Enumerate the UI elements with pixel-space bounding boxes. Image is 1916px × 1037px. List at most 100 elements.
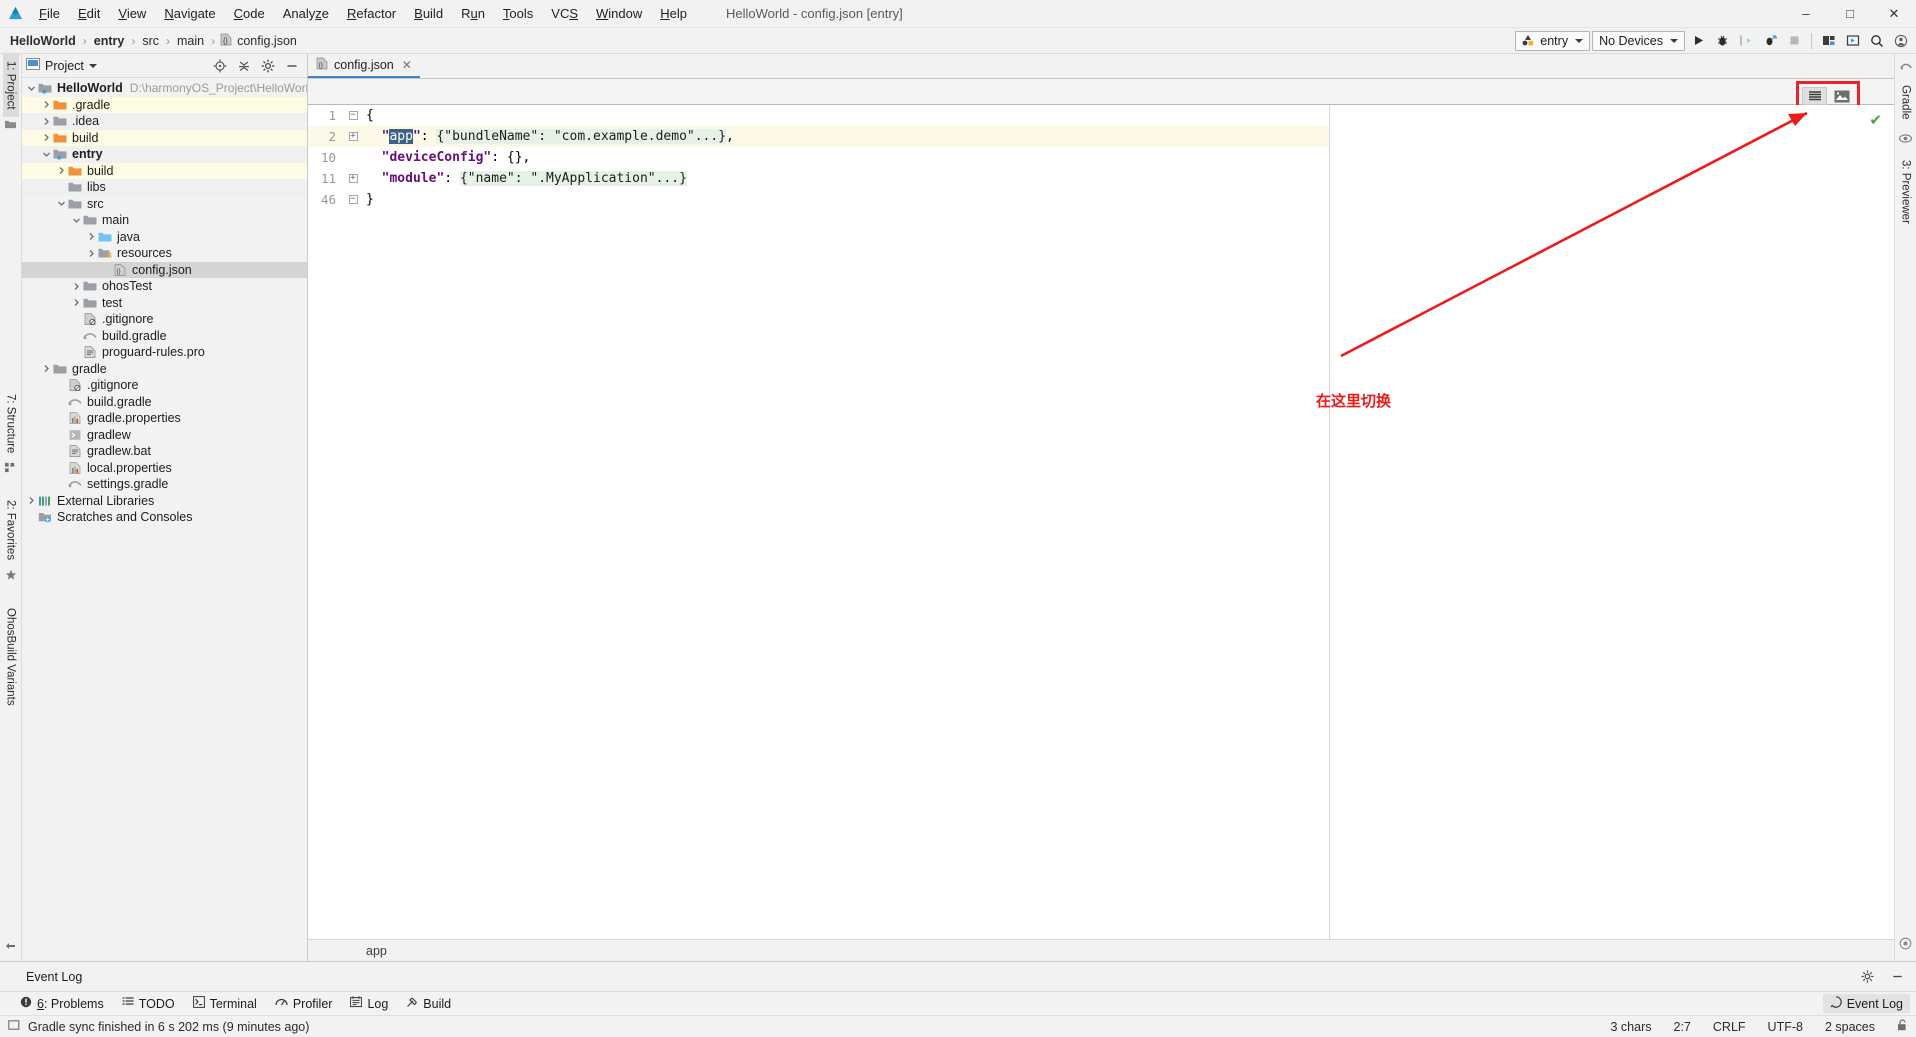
- stop-button[interactable]: [1783, 30, 1805, 52]
- menu-code[interactable]: Code: [225, 3, 274, 24]
- menu-view[interactable]: View: [109, 3, 155, 24]
- sidebar-item-ohosbuild-variants[interactable]: OhosBuild Variants: [3, 601, 19, 713]
- tree-row-proguard-rules-pro[interactable]: proguard-rules.pro: [22, 344, 307, 361]
- debug-button[interactable]: [1711, 30, 1733, 52]
- code-line[interactable]: 1−{: [308, 105, 1329, 126]
- tree-row--idea[interactable]: .idea: [22, 113, 307, 130]
- chevron-right-icon[interactable]: [86, 232, 97, 241]
- tab-configjson[interactable]: {} config.json ✕: [308, 53, 420, 78]
- tree-row-settings-gradle[interactable]: settings.gradle: [22, 476, 307, 493]
- text-view-icon[interactable]: [1802, 87, 1827, 105]
- tree-row-config-json[interactable]: {} config.json: [22, 261, 307, 278]
- code-line[interactable]: 2 + "app": {"bundleName": "com.example.de…: [308, 126, 1329, 147]
- sidebar-item-structure[interactable]: 7: Structure: [3, 387, 19, 460]
- fold-collapse-icon[interactable]: −: [344, 195, 362, 204]
- tree-row-build[interactable]: build: [22, 129, 307, 146]
- search-icon[interactable]: [1866, 30, 1888, 52]
- code-line[interactable]: 11 + "module": {"name": ".MyApplication".…: [308, 168, 1329, 189]
- chevron-right-icon[interactable]: [56, 166, 67, 175]
- maximize-button[interactable]: □: [1828, 0, 1872, 28]
- account-icon[interactable]: [1890, 30, 1912, 52]
- chevron-right-icon[interactable]: [41, 100, 52, 109]
- status-caret-position[interactable]: 2:7: [1674, 1020, 1691, 1034]
- tree-row-build-gradle[interactable]: build.gradle: [22, 328, 307, 345]
- gear-icon[interactable]: [1856, 966, 1878, 988]
- chevron-right-icon[interactable]: [26, 496, 37, 505]
- tree-row-external-libraries[interactable]: External Libraries: [22, 493, 307, 510]
- chevron-right-icon[interactable]: [41, 117, 52, 126]
- tool-window-build[interactable]: Build: [406, 996, 451, 1011]
- tree-row-gradlew[interactable]: gradlew: [22, 427, 307, 444]
- status-line-separator[interactable]: CRLF: [1713, 1020, 1746, 1034]
- sidebar-item-favorites[interactable]: 2: Favorites: [3, 493, 19, 567]
- breadcrumb-entry[interactable]: entry: [92, 34, 127, 48]
- code-pane[interactable]: 1−{2 + "app": {"bundleName": "com.example…: [308, 105, 1330, 939]
- project-tree[interactable]: HelloWorld D:\harmonyOS_Project\HelloWorl…: [22, 78, 307, 961]
- attach-debugger-button[interactable]: [1735, 30, 1757, 52]
- status-encoding[interactable]: UTF-8: [1768, 1020, 1803, 1034]
- tree-row--gitignore[interactable]: .gitignore: [22, 377, 307, 394]
- sidebar-item-project[interactable]: 1: Project: [2, 54, 19, 117]
- minimize-button[interactable]: –: [1784, 0, 1828, 28]
- menu-navigate[interactable]: Navigate: [155, 3, 224, 24]
- tree-row-java[interactable]: java: [22, 229, 307, 246]
- menu-build[interactable]: Build: [405, 3, 452, 24]
- event-log-button[interactable]: Event Log: [1822, 994, 1910, 1013]
- hide-panel-icon[interactable]: [281, 55, 303, 77]
- tree-row-helloworld[interactable]: HelloWorld D:\harmonyOS_Project\HelloWorl…: [22, 80, 307, 97]
- code-line[interactable]: 46−}: [308, 189, 1329, 210]
- preview-image-icon[interactable]: [1829, 87, 1854, 105]
- breadcrumb-configjson[interactable]: config.json: [235, 34, 299, 48]
- chevron-right-icon[interactable]: [86, 249, 97, 258]
- project-structure-button[interactable]: [1818, 30, 1840, 52]
- chevron-right-icon[interactable]: [71, 282, 82, 291]
- chevron-down-icon[interactable]: [56, 199, 67, 208]
- tree-row-build-gradle[interactable]: build.gradle: [22, 394, 307, 411]
- tree-row-resources[interactable]: resources: [22, 245, 307, 262]
- chevron-right-icon[interactable]: [71, 298, 82, 307]
- tree-row-main[interactable]: main: [22, 212, 307, 229]
- fold-collapse-icon[interactable]: −: [344, 111, 362, 120]
- unlocked-padlock-icon[interactable]: [1897, 1019, 1908, 1034]
- menu-vcs[interactable]: VCS: [542, 3, 587, 24]
- chevron-down-icon[interactable]: [71, 216, 82, 225]
- tree-row-gradle[interactable]: gradle: [22, 361, 307, 378]
- sidebar-item-previewer[interactable]: 3: Previewer: [1898, 153, 1914, 231]
- close-icon[interactable]: ✕: [400, 58, 412, 72]
- tree-row-src[interactable]: src: [22, 196, 307, 213]
- tree-row-build[interactable]: build: [22, 162, 307, 179]
- chevron-right-icon[interactable]: [41, 364, 52, 373]
- tree-row-gradle-properties[interactable]: gradle.properties: [22, 410, 307, 427]
- menu-help[interactable]: Help: [651, 3, 696, 24]
- gear-icon[interactable]: [257, 55, 279, 77]
- status-indent[interactable]: 2 spaces: [1825, 1020, 1875, 1034]
- sidebar-item-gradle[interactable]: Gradle: [1898, 78, 1914, 127]
- menu-window[interactable]: Window: [587, 3, 651, 24]
- tree-row-gradlew-bat[interactable]: gradlew.bat: [22, 443, 307, 460]
- module-selector[interactable]: entry: [1515, 30, 1591, 51]
- menu-tools[interactable]: Tools: [494, 3, 542, 24]
- menu-refactor[interactable]: Refactor: [338, 3, 405, 24]
- chevron-down-icon[interactable]: [41, 150, 52, 159]
- fold-expand-icon[interactable]: +: [344, 174, 362, 183]
- breadcrumb-src[interactable]: src: [140, 34, 161, 48]
- tree-row-entry[interactable]: entry: [22, 146, 307, 163]
- hide-panel-icon[interactable]: [1886, 966, 1908, 988]
- chevron-right-icon[interactable]: [41, 133, 52, 142]
- profiler-button[interactable]: [1759, 30, 1781, 52]
- tree-row-local-properties[interactable]: local.properties: [22, 460, 307, 477]
- tool-window-terminal[interactable]: Terminal: [192, 996, 257, 1011]
- run-button[interactable]: [1687, 30, 1709, 52]
- device-selector[interactable]: No Devices: [1592, 30, 1685, 51]
- tool-window-profiler[interactable]: Profiler: [275, 996, 332, 1011]
- fold-expand-icon[interactable]: +: [344, 132, 362, 141]
- breadcrumb-main[interactable]: main: [175, 34, 206, 48]
- tree-row--gradle[interactable]: .gradle: [22, 96, 307, 113]
- tool-window-todo[interactable]: TODO: [122, 996, 175, 1011]
- tree-row-scratches-and-consoles[interactable]: Scratches and Consoles: [22, 509, 307, 526]
- tree-row--gitignore[interactable]: .gitignore: [22, 311, 307, 328]
- tree-row-libs[interactable]: libs: [22, 179, 307, 196]
- collapse-all-icon[interactable]: [233, 55, 255, 77]
- code-line[interactable]: 10 "deviceConfig": {},: [308, 147, 1329, 168]
- menu-file[interactable]: File: [30, 3, 69, 24]
